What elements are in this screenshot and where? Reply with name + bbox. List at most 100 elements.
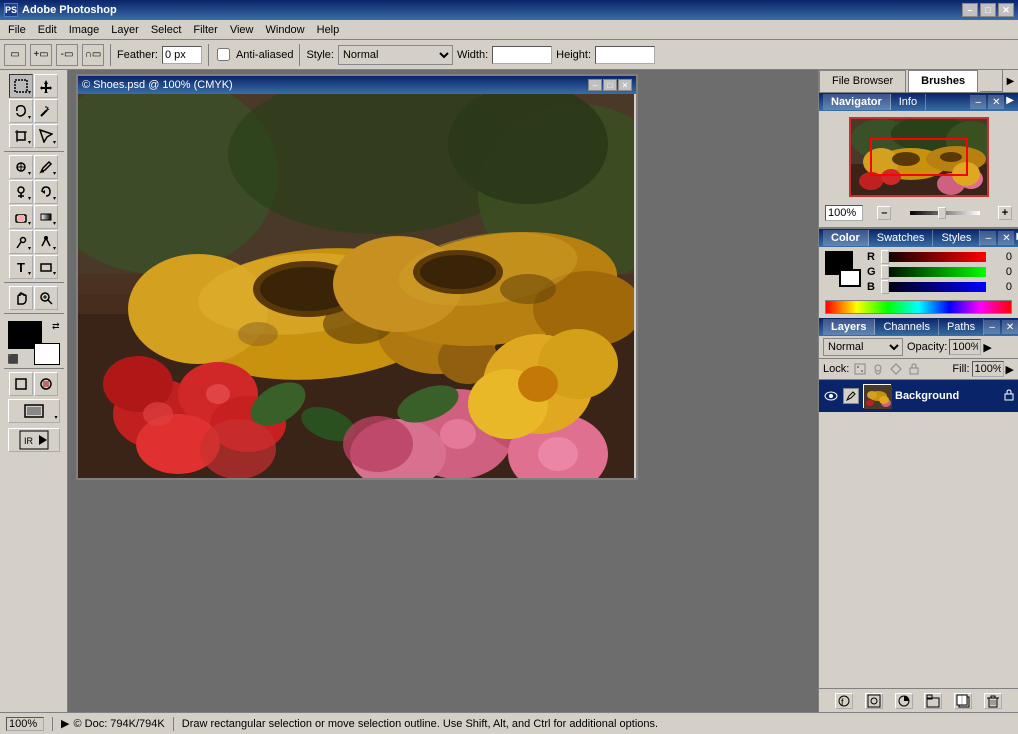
color-panel-close[interactable]: ✕ [998,231,1014,245]
zoom-out-btn[interactable]: – [877,206,891,220]
crop-tool[interactable]: ▾ [9,124,33,148]
menu-help[interactable]: Help [311,22,346,38]
layers-panel-minimize[interactable]: – [984,320,1000,334]
g-thumb[interactable] [881,265,889,279]
channels-tab[interactable]: Channels [875,319,938,335]
zoom-slider[interactable] [910,211,980,215]
file-browser-tab[interactable]: File Browser [819,70,906,92]
zoom-input[interactable] [825,205,863,221]
fill-arrow[interactable]: ▶ [1006,363,1014,376]
intersect-selection-btn[interactable]: ∩▭ [82,44,104,66]
doc-maximize-btn[interactable]: □ [603,79,617,91]
move-tool[interactable] [34,74,58,98]
fill-input[interactable] [972,361,1004,377]
menu-view[interactable]: View [224,22,260,38]
gradient-tool[interactable]: ▾ [34,205,58,229]
color-swatches[interactable]: ⇄ ⬛ [8,321,60,365]
b-thumb[interactable] [881,280,889,294]
lock-all-icon[interactable] [907,362,921,376]
marquee-tool[interactable]: ▾ [9,74,33,98]
opacity-input[interactable] [949,339,981,355]
clone-stamp-tool[interactable]: ▾ [9,180,33,204]
new-layer-btn[interactable] [954,693,972,709]
layers-tab[interactable]: Layers [823,319,875,335]
brushes-tab[interactable]: Brushes [908,70,978,92]
menu-layer[interactable]: Layer [105,22,145,38]
standard-mode-btn[interactable] [9,372,33,396]
layer-style-btn[interactable]: f [835,693,853,709]
jump-to-imageready-btn[interactable]: IR [8,428,60,452]
menu-select[interactable]: Select [145,22,188,38]
antialiased-checkbox[interactable] [217,48,230,61]
new-fill-adjustment-btn[interactable] [895,693,913,709]
nav-panel-menu[interactable]: ▶ [1006,95,1014,109]
color-tab[interactable]: Color [823,230,869,246]
minimize-button[interactable]: – [962,3,978,17]
subtract-selection-btn[interactable]: -▭ [56,44,78,66]
layers-panel-close[interactable]: ✕ [1002,320,1018,334]
dodge-tool[interactable]: ▾ [9,230,33,254]
right-panel-arrow[interactable]: ▶ [1002,70,1018,92]
pencil-tool[interactable]: ▾ [34,155,58,179]
delete-layer-btn[interactable] [984,693,1002,709]
layer-row-background[interactable]: Background [819,380,1018,412]
menu-window[interactable]: Window [260,22,311,38]
feather-input[interactable] [162,46,202,64]
color-spectrum[interactable] [825,300,1012,314]
menu-edit[interactable]: Edit [32,22,63,38]
new-selection-btn[interactable]: ▭ [4,44,26,66]
pen-tool[interactable]: ▾ [34,230,58,254]
zoom-tool[interactable] [34,286,58,310]
lock-position-icon[interactable] [889,362,903,376]
close-button[interactable]: ✕ [998,3,1014,17]
layers-mode-select[interactable]: Normal Dissolve Multiply Screen [823,338,903,356]
paths-tab[interactable]: Paths [939,319,984,335]
status-zoom-input[interactable] [6,717,44,731]
menu-file[interactable]: File [2,22,32,38]
lasso-tool[interactable]: ▾ [9,99,33,123]
info-tab[interactable]: Info [891,94,926,110]
r-thumb[interactable] [881,250,889,264]
opacity-arrow[interactable]: ▶ [983,341,991,354]
type-tool[interactable]: T ▾ [9,255,33,279]
lock-image-icon[interactable] [871,362,885,376]
hand-tool[interactable] [9,286,33,310]
maximize-button[interactable]: □ [980,3,996,17]
b-slider[interactable] [881,282,986,292]
swatches-tab[interactable]: Swatches [869,230,934,246]
screen-mode-btn[interactable]: ▾ [8,399,60,423]
style-select[interactable]: Normal Fixed Aspect Ratio Fixed Size [338,45,453,65]
nav-panel-close[interactable]: ✕ [988,95,1004,109]
width-input[interactable] [492,46,552,64]
default-colors-icon[interactable]: ⬛ [8,354,19,365]
doc-titlebar-right[interactable]: – □ ✕ [588,79,632,91]
quick-mask-btn[interactable] [34,372,58,396]
color-fg-bg-swatches[interactable] [825,251,861,287]
height-input[interactable] [595,46,655,64]
history-brush-tool[interactable]: ▾ [34,180,58,204]
swap-colors-icon[interactable]: ⇄ [52,321,60,332]
navigator-tab[interactable]: Navigator [823,94,891,110]
menu-filter[interactable]: Filter [187,22,223,38]
layer-edit-icon[interactable] [843,388,859,404]
doc-minimize-btn[interactable]: – [588,79,602,91]
eraser-tool[interactable]: ▾ [9,205,33,229]
layer-visibility-icon[interactable] [823,388,839,404]
zoom-slider-thumb[interactable] [938,207,946,219]
doc-info-icon[interactable]: ▶ [61,717,69,730]
title-bar-right[interactable]: – □ ✕ [962,3,1014,17]
magic-wand-tool[interactable] [34,99,58,123]
bg-swatch[interactable] [839,269,861,287]
color-panel-minimize[interactable]: – [980,231,996,245]
layer-thumbnail[interactable] [863,384,891,408]
new-group-btn[interactable] [924,693,942,709]
menu-image[interactable]: Image [63,22,106,38]
shape-tool[interactable]: ▾ [34,255,58,279]
nav-panel-minimize[interactable]: – [970,95,986,109]
styles-tab[interactable]: Styles [933,230,980,246]
healing-brush-tool[interactable]: ▾ [9,155,33,179]
add-selection-btn[interactable]: +▭ [30,44,52,66]
lock-transparent-icon[interactable] [853,362,867,376]
zoom-in-btn[interactable]: + [998,206,1012,220]
layer-mask-btn[interactable] [865,693,883,709]
